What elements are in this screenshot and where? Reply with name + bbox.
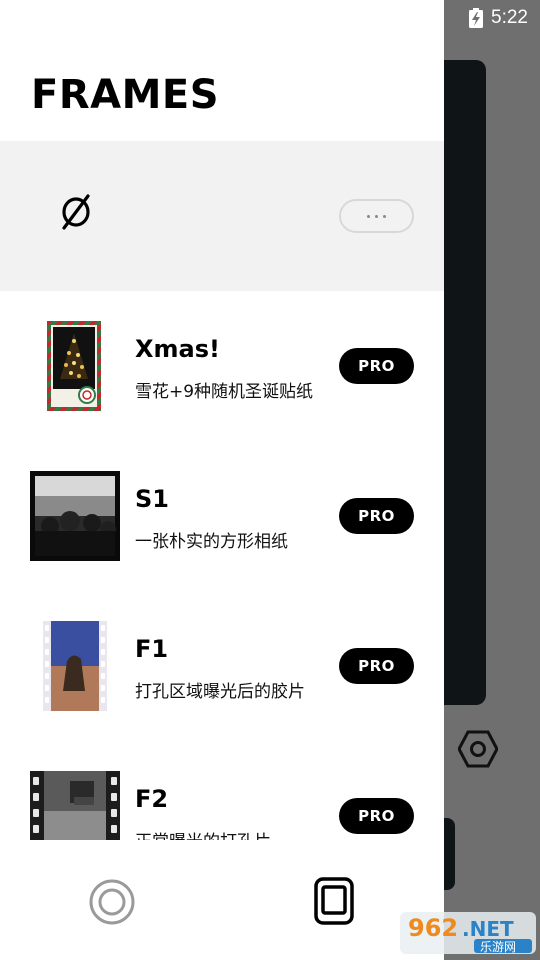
svg-text:乐游网: 乐游网 (480, 940, 516, 954)
xmas-frame-thumbnail (47, 321, 101, 411)
more-dot (367, 214, 370, 218)
shutter-circle-icon[interactable] (89, 879, 135, 925)
list-item-f1[interactable]: F1 打孔区域曝光后的胶片 PRO (0, 591, 444, 741)
list-item-xmas[interactable]: Xmas! 雪花+9种随机圣诞贴纸 PRO (0, 291, 444, 441)
pro-badge[interactable]: PRO (339, 648, 414, 684)
status-bar: 5:22 (440, 0, 540, 36)
battery-charging-icon (469, 8, 484, 28)
pro-badge[interactable]: PRO (339, 348, 414, 384)
more-dot (383, 214, 386, 218)
f2-frame-thumbnail (30, 771, 120, 840)
status-time: 5:22 (491, 7, 528, 28)
more-dot (375, 214, 378, 218)
drawer-title: FRAMES (31, 72, 220, 118)
item-subtitle: 打孔区域曝光后的胶片 (135, 682, 305, 702)
list-item-s1[interactable]: S1 一张朴实的方形相纸 PRO (0, 441, 444, 591)
frame-square-icon[interactable] (314, 877, 354, 925)
item-subtitle: 正常曝光的打孔片 (135, 827, 271, 840)
frames-list: Xmas! 雪花+9种随机圣诞贴纸 PRO S1 一张朴实的方形相纸 PRO F… (0, 291, 444, 840)
item-title: F2 (135, 785, 169, 813)
962-watermark-logo: 962 .NET 乐游网 (400, 912, 536, 954)
svg-text:.NET: .NET (462, 917, 514, 941)
bottom-nav (0, 840, 444, 960)
s1-frame-thumbnail (30, 471, 120, 561)
list-item-f2[interactable]: F2 正常曝光的打孔片 PRO (0, 741, 444, 840)
item-title: S1 (135, 485, 169, 513)
frames-drawer: FRAMES Xmas! 雪花+9种随机圣诞贴纸 PRO S1 一张朴实的方形相… (0, 0, 444, 960)
item-title: F1 (135, 635, 169, 663)
settings-hex-icon[interactable] (458, 728, 498, 770)
more-options-button[interactable] (339, 199, 414, 233)
svg-text:962: 962 (408, 914, 458, 942)
item-title: Xmas! (135, 335, 220, 363)
pro-badge[interactable]: PRO (339, 498, 414, 534)
item-subtitle: 雪花+9种随机圣诞贴纸 (135, 382, 314, 402)
item-subtitle: 一张朴实的方形相纸 (135, 532, 288, 552)
pro-badge[interactable]: PRO (339, 798, 414, 834)
no-frame-option[interactable] (0, 141, 444, 291)
f1-frame-thumbnail (43, 621, 107, 711)
empty-set-icon (62, 194, 90, 230)
